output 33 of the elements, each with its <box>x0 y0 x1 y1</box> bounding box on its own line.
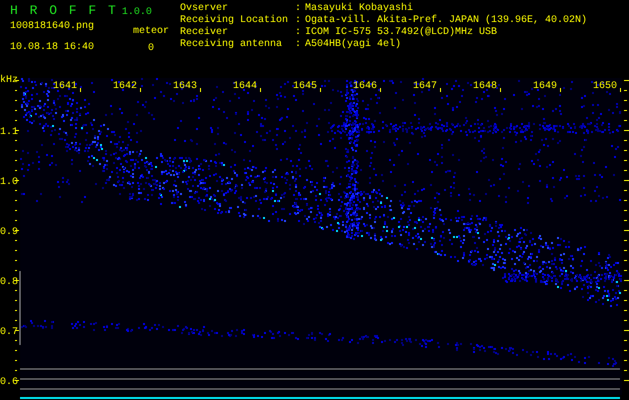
x-axis-label: 1643 <box>172 81 197 92</box>
info-value: Masayuki Kobayashi <box>305 3 414 14</box>
date-time: 10.08.18 16:40 <box>10 42 96 54</box>
y-axis-label: 0.9 <box>0 227 18 238</box>
info-label: Receiving Location <box>180 15 290 26</box>
x-axis-label: 1648 <box>472 81 497 92</box>
info-value: Ogata-vill. Akita-Pref. JAPAN (139.96E, 40.02N) <box>305 15 588 26</box>
info-label: Receiver <box>180 27 230 38</box>
x-axis-label: 1650 <box>592 81 617 92</box>
x-axis-label: 1642 <box>112 81 137 92</box>
info-separator: : <box>295 39 302 51</box>
info-label: Ovserver <box>180 3 230 14</box>
file-name: 1008181640.png <box>10 21 96 33</box>
axis-unit: kHz <box>0 75 18 86</box>
meteor-count: 0 <box>148 43 154 55</box>
x-axis-label: 1649 <box>532 81 557 92</box>
x-axis-label: 1645 <box>292 81 317 92</box>
x-axis-label: 1641 <box>52 81 77 92</box>
info-value: A504HB(yagi 4el) <box>305 39 402 51</box>
app-version: 1.0.0 <box>122 7 152 18</box>
info-value: ICOM IC-575 53.7492(@LCD)MHz USB <box>305 27 498 38</box>
y-axis-label: 1.1 <box>0 127 18 138</box>
info-separator: : <box>295 27 302 39</box>
info-separator: : <box>295 3 302 15</box>
y-axis-label: 0.7 <box>0 327 18 338</box>
y-axis-label: 0.6 <box>0 377 18 388</box>
x-axis-label: 1646 <box>352 81 377 92</box>
info-separator: : <box>295 15 302 27</box>
meteor-label: meteor <box>132 26 169 38</box>
app-name: H R O F F T <box>10 3 118 18</box>
x-axis-label: 1644 <box>232 81 257 92</box>
x-axis-label: 1647 <box>412 81 437 92</box>
info-label: Receiving antenna <box>180 39 284 51</box>
